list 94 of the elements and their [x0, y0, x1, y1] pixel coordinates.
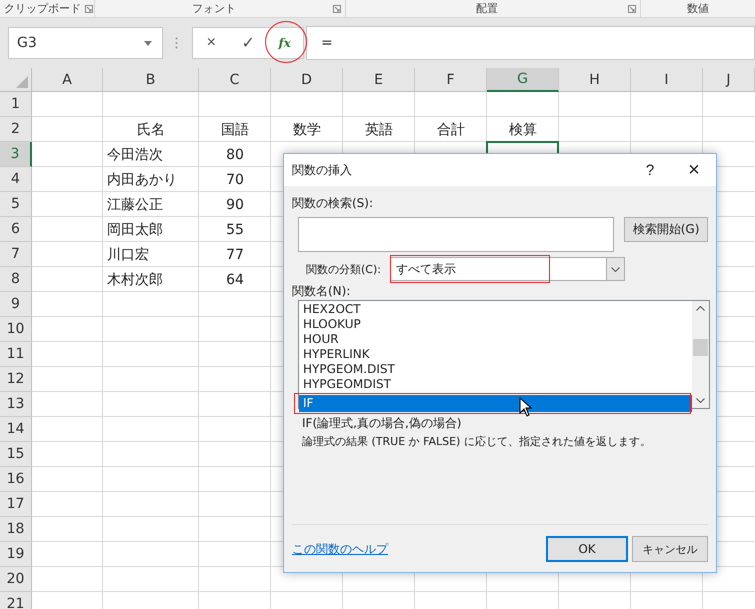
row-header[interactable]: 20	[0, 567, 32, 592]
cancel-button[interactable]: キャンセル	[632, 536, 708, 562]
help-link[interactable]: この関数のヘルプ	[292, 540, 542, 558]
table-cell-text: 国語	[220, 120, 250, 140]
dropdown-value: すべて表示	[396, 260, 457, 278]
table-cell-text: 内田あかり	[106, 170, 178, 190]
group-label: 配置	[475, 1, 499, 16]
column-header[interactable]: D	[271, 68, 343, 92]
column-header[interactable]: J	[703, 68, 755, 92]
scroll-thumb[interactable]	[693, 339, 708, 356]
dialog-title: 関数の挿入	[292, 162, 353, 178]
group-label: 数値	[686, 1, 710, 16]
column-header[interactable]: E	[343, 68, 415, 92]
row-header[interactable]: 4	[0, 167, 32, 192]
column-header[interactable]: I	[631, 68, 703, 92]
list-item[interactable]: HYPERLINK	[299, 347, 692, 362]
function-syntax: IF(論理式,真の場合,偽の場合)	[302, 415, 462, 432]
row-header[interactable]: 21	[0, 592, 32, 609]
row-header[interactable]: 19	[0, 542, 32, 567]
column-header[interactable]: H	[559, 68, 631, 92]
column-header[interactable]: C	[199, 68, 271, 92]
field-label: 関数の分類(C):	[306, 262, 382, 276]
cell-reference: G3	[17, 35, 38, 51]
column-header[interactable]: G	[487, 68, 559, 92]
select-all-corner[interactable]	[0, 68, 32, 92]
corner-triangle-icon	[16, 76, 28, 88]
group-label: クリップボード	[4, 1, 81, 16]
row-header[interactable]: 14	[0, 417, 32, 442]
scroll-down-icon	[696, 398, 705, 403]
scrollbar[interactable]	[692, 301, 709, 408]
table-cell-text: 川口宏	[106, 246, 150, 264]
row-header[interactable]: 5	[0, 192, 32, 217]
row-header[interactable]: 3	[0, 142, 32, 167]
row-header[interactable]: 7	[0, 242, 32, 267]
list-item[interactable]: HLOOKUP	[299, 317, 692, 332]
search-field[interactable]	[298, 217, 614, 252]
table-cell-text: 英語	[364, 120, 394, 140]
function-description: 論理式の結果 (TRUE か FALSE) に応じて、指定された値を返します。	[302, 434, 652, 450]
dropdown-arrow-icon	[144, 40, 152, 46]
chevron-down-icon	[611, 266, 620, 272]
cancel-button[interactable]: ×	[193, 28, 230, 58]
row-header[interactable]: 17	[0, 492, 32, 517]
column-header[interactable]: A	[32, 68, 103, 92]
table-cell-text: 今田浩次	[106, 146, 164, 164]
formula-text: =	[321, 35, 333, 51]
scroll-up-icon	[696, 306, 705, 311]
row-header[interactable]: 16	[0, 467, 32, 492]
search-button[interactable]: 検索開始(G)	[624, 217, 708, 242]
table-cell-text: 77	[225, 246, 245, 264]
row-header[interactable]: 13	[0, 392, 32, 417]
field-label: 関数名(N):	[292, 283, 352, 300]
list-item[interactable]: HEX2OCT	[299, 302, 692, 317]
row-header[interactable]: 1	[0, 92, 32, 117]
list-item[interactable]: HYPGEOM.DIST	[299, 362, 692, 377]
row-header[interactable]: 11	[0, 342, 32, 367]
row-header[interactable]: 15	[0, 442, 32, 467]
table-cell-text: 氏名	[136, 120, 166, 140]
ok-button[interactable]: OK	[546, 536, 628, 562]
row-header[interactable]: 6	[0, 217, 32, 242]
table-cell-text: 70	[225, 170, 245, 190]
table-cell-text: 数学	[292, 120, 322, 140]
dialog-launcher-icon[interactable]	[85, 4, 93, 12]
table-cell-text: 江藤公正	[106, 196, 164, 214]
table-cell-text: 検算	[508, 120, 538, 140]
table-cell-text: 80	[225, 146, 245, 164]
close-button[interactable]: ×	[672, 155, 716, 185]
row-header[interactable]: 8	[0, 267, 32, 292]
row-header[interactable]: 12	[0, 367, 32, 392]
table-cell-text: 木村次郎	[106, 270, 164, 290]
mouse-pointer-icon	[519, 397, 532, 417]
table-cell-text: 90	[225, 196, 245, 214]
insert-function-button[interactable]: fx	[266, 28, 304, 58]
row-header[interactable]: 18	[0, 517, 32, 542]
dialog-launcher-icon[interactable]	[628, 4, 636, 12]
table-cell-text: 64	[225, 270, 245, 290]
row-header[interactable]: 10	[0, 317, 32, 342]
help-button[interactable]: ?	[628, 155, 672, 185]
field-label: 関数の検索(S):	[292, 195, 374, 212]
column-header[interactable]: B	[103, 68, 199, 92]
column-header[interactable]: F	[415, 68, 487, 92]
category-dropdown[interactable]: すべて表示	[390, 257, 625, 281]
list-item[interactable]: HYPGEOMDIST	[299, 377, 692, 392]
row-header[interactable]: 9	[0, 292, 32, 317]
enter-button[interactable]: ✓	[230, 28, 266, 58]
formula-field[interactable]: =	[306, 26, 755, 60]
grip-icon	[175, 37, 178, 49]
table-cell-text: 岡田太郎	[106, 220, 164, 240]
list-item[interactable]: HOUR	[299, 332, 692, 347]
table-cell-text: 55	[225, 220, 245, 240]
group-label: フォント	[191, 1, 237, 16]
dialog-launcher-icon[interactable]	[333, 4, 341, 12]
name-box[interactable]: G3	[8, 27, 163, 59]
row-header[interactable]: 2	[0, 117, 32, 142]
table-cell-text: 合計	[436, 120, 466, 140]
